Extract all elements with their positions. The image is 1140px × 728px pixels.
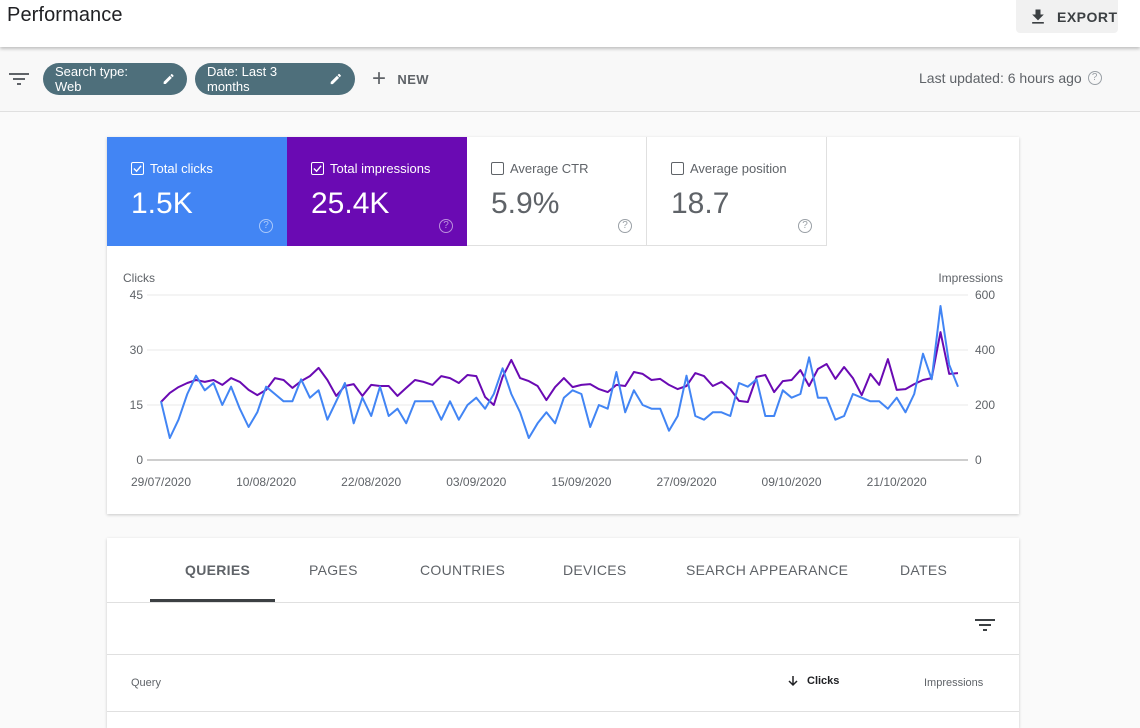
- table-toolbar: [107, 603, 1019, 655]
- chip-label: Search type: Web: [55, 64, 128, 94]
- metric-value: 5.9%: [491, 187, 560, 220]
- page-title: Performance: [7, 4, 123, 26]
- column-header-impressions[interactable]: Impressions: [924, 677, 983, 689]
- help-icon[interactable]: ?: [618, 219, 632, 233]
- table-header-row: Query Clicks Impressions: [107, 655, 1019, 712]
- export-button[interactable]: EXPORT: [1016, 0, 1118, 33]
- left-tick-label: 30: [130, 343, 144, 357]
- tab-queries[interactable]: QUERIES: [185, 562, 250, 578]
- metric-label: Total clicks: [150, 161, 213, 176]
- checkbox-checked-icon[interactable]: [131, 162, 144, 175]
- metric-total-impressions[interactable]: Total impressions 25.4K ?: [287, 137, 467, 246]
- right-tick-label: 600: [975, 288, 995, 302]
- metric-label: Total impressions: [330, 161, 431, 176]
- column-header-query[interactable]: Query: [131, 677, 161, 689]
- table-card: QUERIES PAGES COUNTRIES DEVICES SEARCH A…: [107, 538, 1019, 728]
- right-tick-label: 200: [975, 398, 995, 412]
- edit-icon[interactable]: [162, 72, 175, 86]
- date-chip[interactable]: Date: Last 3 months: [195, 63, 355, 95]
- edit-icon[interactable]: [329, 72, 343, 86]
- performance-card: Total clicks 1.5K ? Total impressions 25…: [107, 137, 1019, 514]
- series-line-impressions: [160, 331, 959, 406]
- last-updated: Last updated: 6 hours ago ?: [919, 70, 1102, 86]
- x-tick-label: 15/09/2020: [551, 475, 611, 489]
- left-tick-label: 0: [136, 453, 143, 467]
- dimension-tabs: QUERIES PAGES COUNTRIES DEVICES SEARCH A…: [107, 538, 1019, 603]
- metric-total-clicks[interactable]: Total clicks 1.5K ?: [107, 137, 287, 246]
- right-axis-label: Impressions: [938, 271, 1003, 285]
- chip-label: Date: Last 3 months: [207, 64, 278, 94]
- x-tick-label: 22/08/2020: [341, 475, 401, 489]
- left-axis-label: Clicks: [123, 271, 155, 285]
- performance-chart[interactable]: Clicks Impressions 0 15 30 45 0 200 400 600 29…: [107, 246, 1019, 514]
- help-icon[interactable]: ?: [439, 219, 453, 233]
- metric-label: Average CTR: [510, 161, 589, 176]
- right-tick-label: 0: [975, 453, 982, 467]
- tab-devices[interactable]: DEVICES: [563, 562, 627, 578]
- tab-pages[interactable]: PAGES: [309, 562, 358, 578]
- arrow-down-icon: [788, 676, 798, 687]
- x-tick-label: 29/07/2020: [131, 475, 191, 489]
- metric-value: 1.5K: [131, 187, 193, 220]
- x-tick-label: 21/10/2020: [867, 475, 927, 489]
- active-tab-indicator: [150, 599, 275, 602]
- metric-value: 18.7: [671, 187, 730, 220]
- download-icon: [1032, 9, 1044, 24]
- plus-icon: +: [372, 65, 387, 92]
- help-icon[interactable]: ?: [259, 219, 273, 233]
- help-icon[interactable]: ?: [1087, 71, 1102, 85]
- checkbox-unchecked-icon[interactable]: [491, 162, 504, 175]
- left-tick-label: 45: [130, 288, 144, 302]
- metric-label: Average position: [690, 161, 787, 176]
- column-header-clicks[interactable]: Clicks: [787, 675, 839, 687]
- x-tick-label: 27/09/2020: [656, 475, 716, 489]
- metric-value: 25.4K: [311, 187, 390, 220]
- top-bar: Performance EXPORT: [0, 0, 1140, 47]
- new-label: NEW: [397, 71, 429, 87]
- x-tick-label: 10/08/2020: [236, 475, 296, 489]
- right-tick-label: 400: [975, 343, 995, 357]
- column-header-clicks-label: Clicks: [807, 675, 840, 687]
- table-filter-icon[interactable]: [975, 618, 995, 632]
- metric-average-ctr[interactable]: Average CTR 5.9% ?: [467, 137, 647, 246]
- metric-average-position[interactable]: Average position 18.7 ?: [647, 137, 827, 246]
- checkbox-unchecked-icon[interactable]: [671, 162, 684, 175]
- filter-icon[interactable]: [9, 72, 29, 86]
- tab-search-appearance[interactable]: SEARCH APPEARANCE: [686, 562, 848, 578]
- filter-bar: Search type: Web Date: Last 3 months + N…: [0, 47, 1140, 112]
- last-updated-text: Last updated: 6 hours ago: [919, 70, 1082, 86]
- series-line-clicks: [160, 305, 959, 439]
- help-icon[interactable]: ?: [798, 219, 812, 233]
- search-type-chip[interactable]: Search type: Web: [43, 63, 187, 95]
- tab-countries[interactable]: COUNTRIES: [420, 562, 505, 578]
- new-filter-button[interactable]: + NEW: [372, 65, 429, 92]
- x-tick-label: 09/10/2020: [762, 475, 822, 489]
- x-tick-label: 03/09/2020: [446, 475, 506, 489]
- tab-dates[interactable]: DATES: [900, 562, 947, 578]
- left-tick-label: 15: [130, 398, 144, 412]
- export-label: EXPORT: [1057, 8, 1118, 25]
- checkbox-checked-icon[interactable]: [311, 162, 324, 175]
